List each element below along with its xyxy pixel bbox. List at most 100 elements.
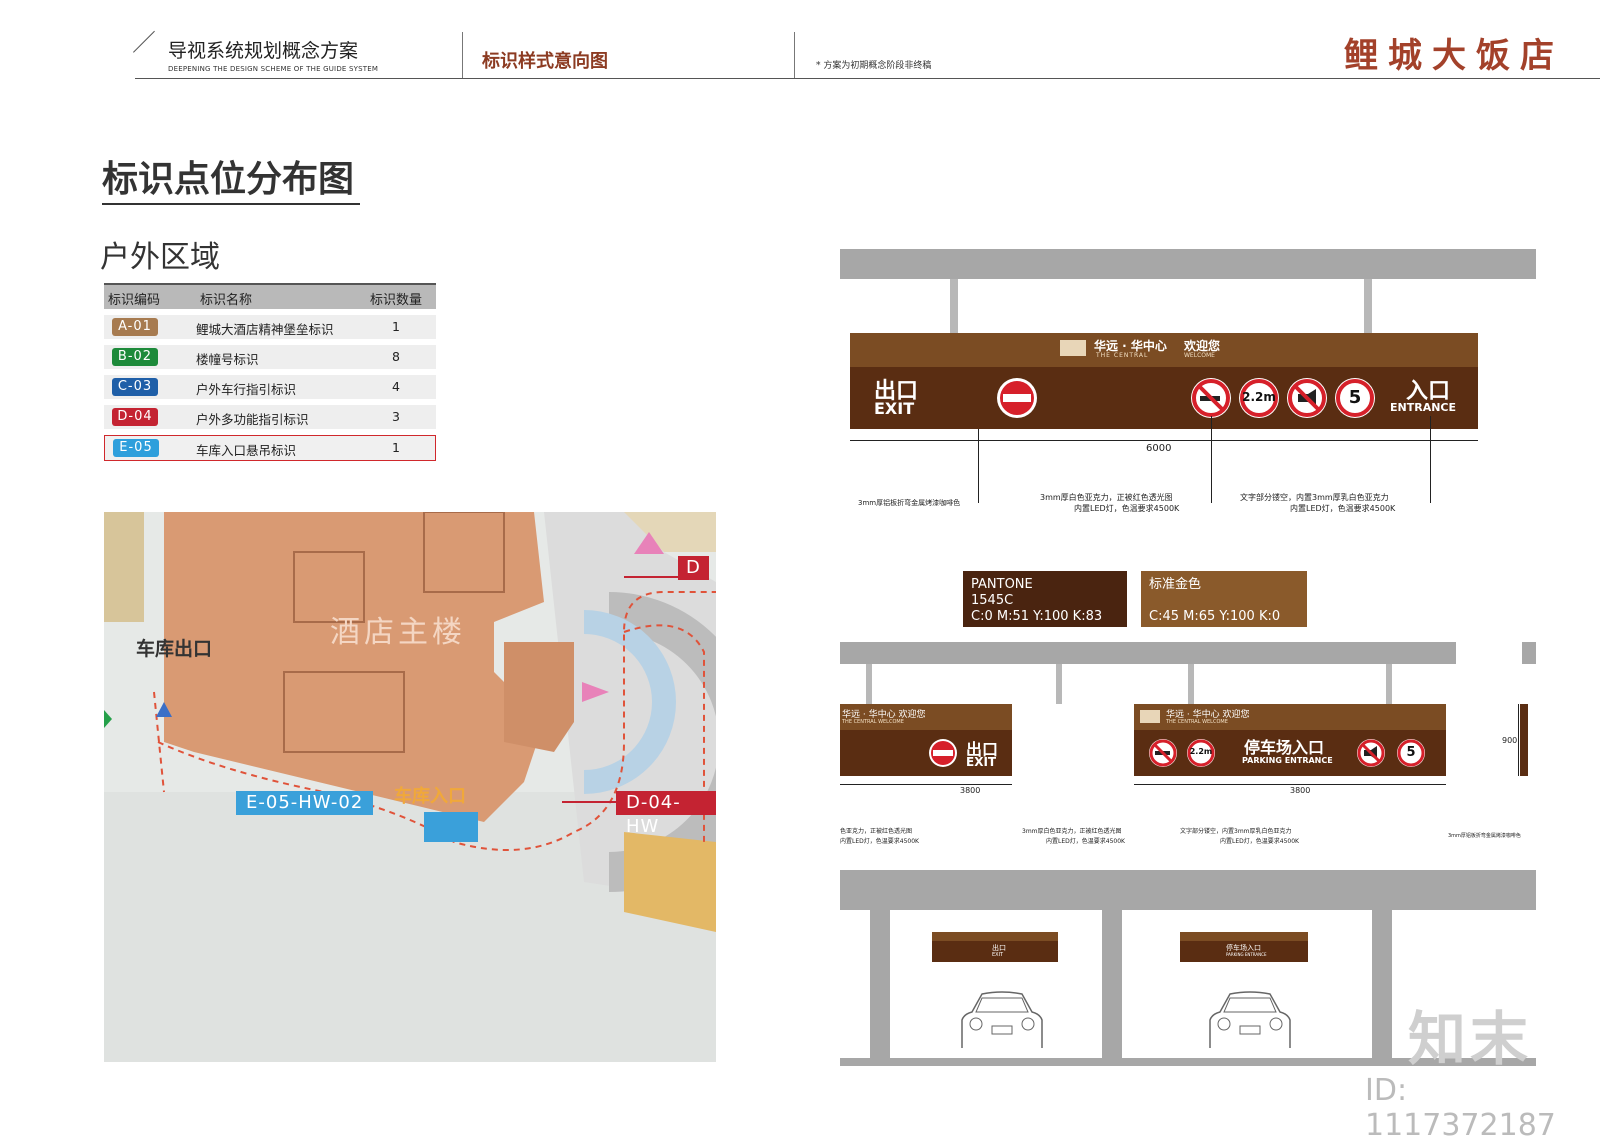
entrance-en: ENTRANCE xyxy=(1390,401,1456,414)
table-row-selected[interactable]: E-05 车库入口悬吊标识 1 xyxy=(104,435,436,461)
ceiling-beam xyxy=(1522,642,1536,664)
code-badge: D-04 xyxy=(112,408,158,426)
pantone-swatch: PANTONE 1545C C:0 M:51 Y:100 K:83 xyxy=(963,571,1127,627)
row-name: 楼幢号标识 xyxy=(196,352,259,367)
code-badge: C-03 xyxy=(112,378,158,396)
row-name: 车库入口悬吊标识 xyxy=(196,443,297,458)
header-divider xyxy=(462,32,463,78)
material-note: 文字部分镂空，内置3mm厚乳白色亚克力 xyxy=(1240,493,1389,502)
header-rule xyxy=(135,78,1600,79)
no-entry-icon xyxy=(929,739,957,767)
pantone-line: 1545C xyxy=(971,593,1014,608)
header-section: 标识样式意向图 xyxy=(482,51,608,72)
no-horn-icon xyxy=(1287,378,1327,418)
code-badge: A-01 xyxy=(112,318,158,336)
tag-e05[interactable]: E-05-HW-02 xyxy=(236,791,374,815)
hanger-rod xyxy=(1188,664,1194,704)
row-count: 4 xyxy=(392,379,400,394)
table-row[interactable]: C-03 户外车行指引标识 4 xyxy=(104,375,436,399)
car-icon xyxy=(961,991,1043,1048)
garage-entrance-label: 车库入口 xyxy=(394,786,466,807)
tag-d[interactable]: D xyxy=(678,556,709,580)
row-name: 户外车行指引标识 xyxy=(196,382,297,397)
table-header: 标识编码 标识名称 标识数量 xyxy=(104,283,436,309)
header-note: * 方案为初期概念阶段非终稿 xyxy=(816,61,932,71)
exit-en: EXIT xyxy=(874,399,915,418)
width-dim: 6000 xyxy=(1146,443,1172,454)
hanger-rod xyxy=(1386,664,1392,704)
no-smoking-icon xyxy=(1191,378,1231,418)
row-count: 1 xyxy=(392,319,400,334)
header-divider xyxy=(794,32,795,78)
material-note: 文字部分镂空，内置3mm厚乳白色亚克力 xyxy=(1180,828,1292,835)
height-limit-icon: 2.2m xyxy=(1238,377,1280,419)
height-dim: 900 xyxy=(1502,736,1518,745)
height-limit-text: 2.2m xyxy=(1242,390,1276,404)
width-dim: 3800 xyxy=(1290,786,1311,795)
garage-exit-sign: 出口 EXIT xyxy=(932,932,1058,962)
leader-line xyxy=(1430,416,1431,503)
dimension-line xyxy=(1134,784,1446,785)
material-note: 内置LED灯，色温要求4500K xyxy=(1220,838,1299,845)
speed-limit-text: 5 xyxy=(1348,387,1362,408)
pantone-line: C:0 M:51 Y:100 K:83 xyxy=(971,609,1103,624)
sign-exit-header: 华远 · 华中心 欢迎您 THE CENTRAL WELCOME xyxy=(840,704,958,730)
pantone-line: PANTONE xyxy=(971,577,1033,592)
parking-cn: 停车场入口 xyxy=(1244,738,1325,757)
hanger-rod xyxy=(866,664,872,704)
dimension-line xyxy=(850,440,1478,441)
garage-column xyxy=(1102,910,1122,1058)
brand-en: THE CENTRAL WELCOME xyxy=(842,719,904,725)
sign-parking-body: 2.2m 停车场入口 PARKING ENTRANCE 5 xyxy=(1134,730,1446,776)
material-note: 3mm厚铝板折弯金属烤漆咖啡色 xyxy=(1448,833,1521,839)
table-row[interactable]: A-01 鲤城大酒店精神堡垒标识 1 xyxy=(104,315,436,339)
hanger-rod xyxy=(1364,279,1372,333)
material-note: 内置LED灯，色温要求4500K xyxy=(1074,504,1180,513)
no-entry-icon xyxy=(997,378,1037,418)
no-horn-icon xyxy=(1357,739,1385,767)
brand-logo: 鲤城大饭店 xyxy=(1344,36,1564,76)
row-name: 户外多功能指引标识 xyxy=(196,412,309,427)
parking-en: PARKING ENTRANCE xyxy=(1242,756,1333,765)
speed-limit-text: 5 xyxy=(1406,745,1416,760)
tag-d04[interactable]: D-04-HW xyxy=(616,791,716,837)
page-title: 标识点位分布图 xyxy=(102,159,355,200)
no-smoking-icon xyxy=(1149,739,1177,767)
material-note: 3mm厚白色亚克力，正被红色透光图 xyxy=(1040,493,1173,502)
sign-table: 标识编码 标识名称 标识数量 A-01 鲤城大酒店精神堡垒标识 1 B-02 楼… xyxy=(104,283,436,461)
watermark-id: ID: 1117372187 xyxy=(1365,1073,1556,1143)
garage-column xyxy=(1372,910,1392,1058)
garage-sign-header xyxy=(1180,932,1308,941)
leader-line xyxy=(978,429,979,503)
welcome-en: WELCOME xyxy=(1184,352,1215,359)
garage-exit-label: 车库出口 xyxy=(136,638,213,660)
sign-large-body: 出口 EXIT 2.2m 5 入口 ENTRANCE xyxy=(850,367,1478,429)
speed-limit-icon: 5 xyxy=(1334,377,1376,419)
leader-line xyxy=(1211,416,1212,503)
width-dim: 3800 xyxy=(960,786,981,795)
gold-line: C:45 M:65 Y:100 K:0 xyxy=(1149,609,1281,624)
garage-slab xyxy=(840,870,1536,910)
material-note: 色亚克力，正被红色透光图 xyxy=(840,828,913,835)
code-badge: B-02 xyxy=(112,348,158,366)
brand-en: THE CENTRAL WELCOME xyxy=(1166,719,1228,725)
code-badge: E-05 xyxy=(113,439,159,457)
sign-side-edge xyxy=(1520,704,1528,776)
sign-exit-body xyxy=(840,730,958,776)
sign-parking-header: 华远 · 华中心 欢迎您 THE CENTRAL WELCOME xyxy=(1134,704,1446,730)
building-label: 酒店主楼 xyxy=(330,615,466,650)
speed-limit-icon: 5 xyxy=(1396,738,1426,768)
row-count: 1 xyxy=(392,440,400,455)
col-header-code: 标识编码 xyxy=(108,293,161,308)
material-note: 内置LED灯，色温要求4500K xyxy=(1046,838,1125,845)
table-row[interactable]: D-04 户外多功能指引标识 3 xyxy=(104,405,436,429)
gold-swatch: 标准金色 C:45 M:65 Y:100 K:0 xyxy=(1141,571,1307,627)
material-note: 3mm厚铝板折弯金属烤漆咖啡色 xyxy=(858,499,961,507)
hanger-rod xyxy=(1056,664,1062,704)
sign-exit-header-ext xyxy=(958,704,1012,730)
row-name: 鲤城大酒店精神堡垒标识 xyxy=(196,322,334,337)
material-note: 3mm厚白色亚克力，正被红色透光图 xyxy=(1022,828,1122,835)
table-row[interactable]: B-02 楼幢号标识 8 xyxy=(104,345,436,369)
hanger-rod xyxy=(950,279,958,333)
ceiling-beam xyxy=(840,642,1456,664)
